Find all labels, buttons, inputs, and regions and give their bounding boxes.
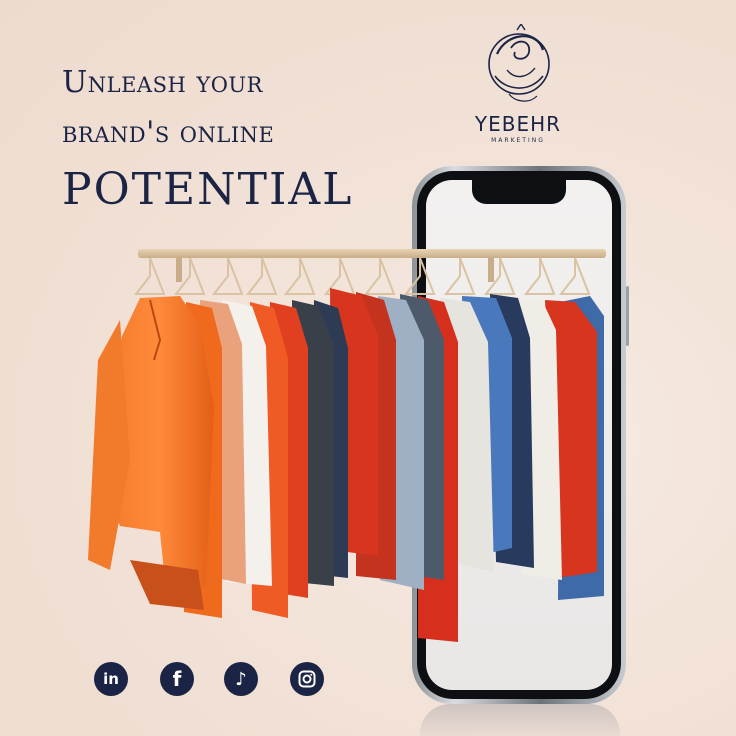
linkedin-glyph: in xyxy=(103,670,119,688)
ad-canvas: Unleash your brand's online POTENTIAL YE… xyxy=(0,0,736,736)
clothing-rack-illustration xyxy=(88,249,606,642)
instagram-icon[interactable] xyxy=(290,662,324,696)
facebook-glyph: f xyxy=(172,667,182,691)
instagram-glyph xyxy=(298,670,316,688)
linkedin-icon[interactable]: in xyxy=(94,662,128,696)
tiktok-glyph: ♪ xyxy=(235,668,247,690)
facebook-icon[interactable]: f xyxy=(160,662,194,696)
tiktok-icon[interactable]: ♪ xyxy=(224,662,258,696)
